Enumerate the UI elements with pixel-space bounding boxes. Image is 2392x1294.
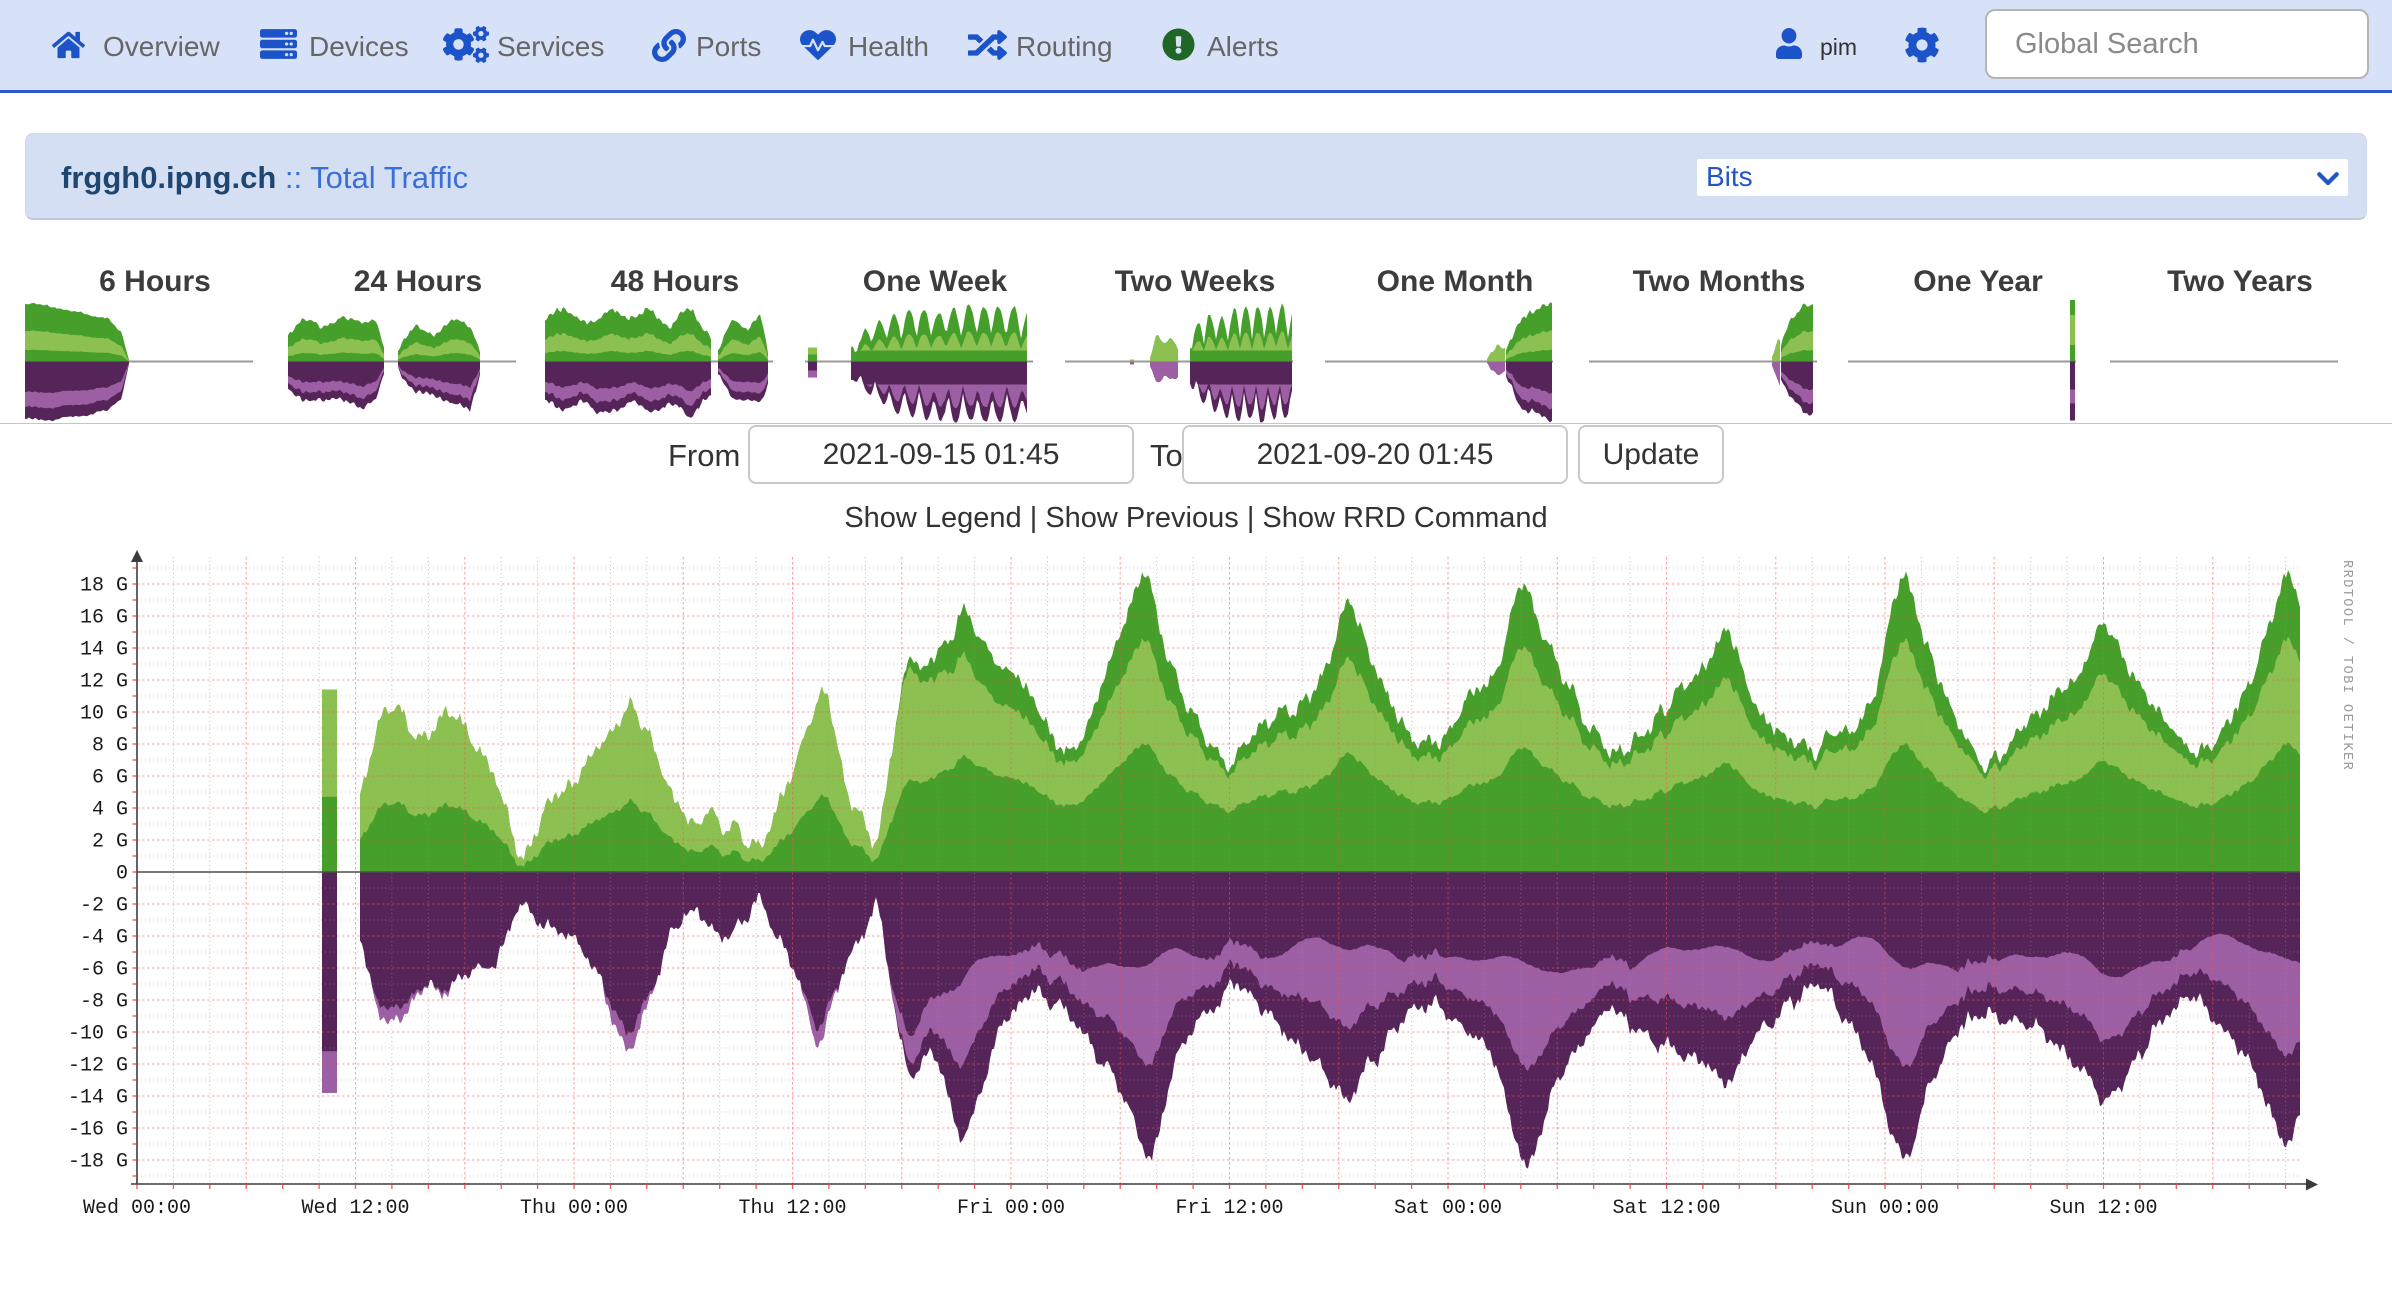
svg-text:-12 G: -12 G [68, 1055, 128, 1078]
svg-text:Sun 12:00: Sun 12:00 [2049, 1197, 2157, 1220]
svg-text:-2 G: -2 G [80, 895, 128, 918]
svg-text:10 G: 10 G [80, 703, 128, 726]
svg-text:0: 0 [116, 863, 128, 886]
svg-text:12 G: 12 G [80, 671, 128, 694]
svg-text:Wed 00:00: Wed 00:00 [83, 1197, 191, 1220]
svg-text:-6 G: -6 G [80, 959, 128, 982]
svg-text:Two Months: Two Months [1633, 265, 1806, 298]
svg-text:-4 G: -4 G [80, 927, 128, 950]
svg-text:Sun 00:00: Sun 00:00 [1831, 1197, 1939, 1220]
svg-text:Two Years: Two Years [2167, 265, 2313, 298]
svg-text:16 G: 16 G [80, 607, 128, 630]
svg-text:Fri 12:00: Fri 12:00 [1175, 1197, 1283, 1220]
svg-text:-8 G: -8 G [80, 991, 128, 1014]
svg-text:-10 G: -10 G [68, 1023, 128, 1046]
svg-text:One Month: One Month [1377, 265, 1534, 298]
svg-text:14 G: 14 G [80, 639, 128, 662]
svg-text:One Year: One Year [1913, 265, 2043, 298]
svg-text:8 G: 8 G [92, 735, 128, 758]
svg-text:Wed 12:00: Wed 12:00 [301, 1197, 409, 1220]
svg-text:24 Hours: 24 Hours [354, 265, 482, 298]
svg-text:6 Hours: 6 Hours [99, 265, 211, 298]
svg-text:18 G: 18 G [80, 575, 128, 598]
svg-text:-16 G: -16 G [68, 1119, 128, 1142]
svg-text:2 G: 2 G [92, 831, 128, 854]
svg-text:Thu 12:00: Thu 12:00 [738, 1197, 846, 1220]
svg-text:48 Hours: 48 Hours [611, 265, 739, 298]
svg-text:4 G: 4 G [92, 799, 128, 822]
svg-text:-18 G: -18 G [68, 1151, 128, 1174]
svg-text:-14 G: -14 G [68, 1087, 128, 1110]
svg-text:Sat 12:00: Sat 12:00 [1612, 1197, 1720, 1220]
svg-text:6 G: 6 G [92, 767, 128, 790]
svg-text:One Week: One Week [863, 265, 1008, 298]
svg-text:Two Weeks: Two Weeks [1115, 265, 1276, 298]
svg-text:Sat 00:00: Sat 00:00 [1394, 1197, 1502, 1220]
svg-text:Fri 00:00: Fri 00:00 [957, 1197, 1065, 1220]
svg-text:RRDTOOL / TOBI OETIKER: RRDTOOL / TOBI OETIKER [2339, 560, 2354, 771]
svg-text:Thu 00:00: Thu 00:00 [520, 1197, 628, 1220]
